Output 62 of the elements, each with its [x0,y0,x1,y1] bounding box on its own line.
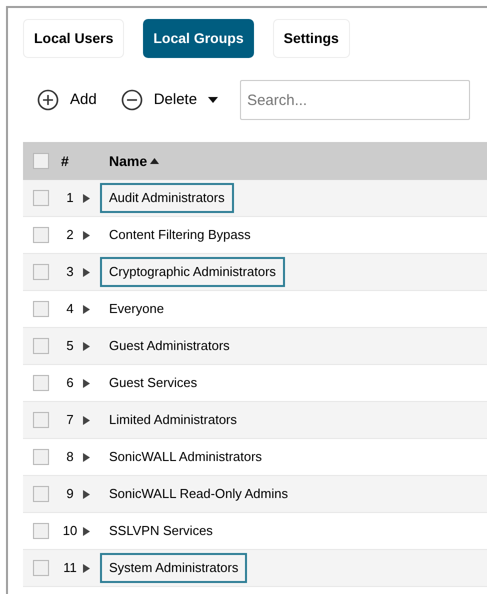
minus-circle-icon [120,89,143,111]
group-name: SSLVPN Services [108,522,214,540]
checkbox[interactable] [33,301,49,317]
expand-arrow-icon[interactable] [83,526,90,536]
checkbox[interactable] [33,560,49,576]
checkbox[interactable] [33,449,49,465]
checkbox[interactable] [33,190,49,206]
row-number: 9 [65,485,75,504]
checkbox[interactable] [33,227,49,243]
expand-arrow-icon[interactable] [83,342,90,350]
checkbox[interactable] [33,486,49,502]
row-number: 2 [65,226,75,244]
table-row[interactable]: 3 Cryptographic Administrators [23,254,487,291]
group-name: Everyone [108,300,165,318]
expand-arrow-icon[interactable] [83,378,90,388]
group-name: Cryptographic Administrators [100,257,285,287]
expand-arrow-icon[interactable] [83,416,90,424]
row-number: 6 [65,374,75,392]
checkbox[interactable] [33,412,49,428]
column-header[interactable]: Name [109,150,160,172]
group-name: Guest Services [108,374,198,392]
row-number: 1 [65,189,75,208]
table-row[interactable]: 7 Limited Administrators [23,402,487,439]
group-name: SonicWALL Administrators [108,448,263,466]
group-name: Guest Administrators [108,337,231,356]
column-header: # [61,152,70,170]
plus-circle-icon [37,89,59,111]
checkbox[interactable] [33,375,49,391]
tab[interactable]: Settings [272,19,350,58]
row-number: 10 [62,522,78,540]
expand-arrow-icon[interactable] [83,490,90,498]
group-name: Limited Administrators [108,411,238,430]
row-number: 7 [65,411,75,430]
tab[interactable]: Local Users [23,19,124,58]
expand-arrow-icon[interactable] [83,564,90,572]
checkbox[interactable] [33,264,49,280]
delete-button[interactable]: Delete [120,88,218,112]
expand-arrow-icon[interactable] [83,452,90,462]
group-name: SonicWALL Read-Only Admins [108,485,289,504]
caret-icon [208,97,218,103]
row-number: 4 [65,300,75,318]
group-name: Content Filtering Bypass [108,226,252,244]
group-name: System Administrators [100,553,248,583]
row-number: 3 [65,263,75,282]
expand-arrow-icon[interactable] [83,194,90,202]
row-number: 11 [62,559,78,578]
checkbox[interactable] [33,338,49,354]
table-row[interactable]: 11 System Administrators [23,550,487,587]
tab[interactable]: Local Groups [143,19,254,58]
expand-arrow-icon[interactable] [83,230,90,240]
table-row[interactable]: 9 SonicWALL Read-Only Admins [23,476,487,513]
group-name: Audit Administrators [100,183,234,213]
checkbox[interactable] [33,153,49,169]
expand-arrow-icon[interactable] [83,268,90,276]
search-field[interactable]: Search... [240,80,470,120]
checkbox[interactable] [33,523,49,539]
expand-arrow-icon[interactable] [83,304,90,314]
add-button[interactable]: Add [37,88,97,112]
table-row[interactable]: 1 Audit Administrators [23,180,487,217]
row-number: 8 [65,448,75,466]
table-row[interactable]: 5 Guest Administrators [23,328,487,365]
row-number: 5 [65,337,75,356]
